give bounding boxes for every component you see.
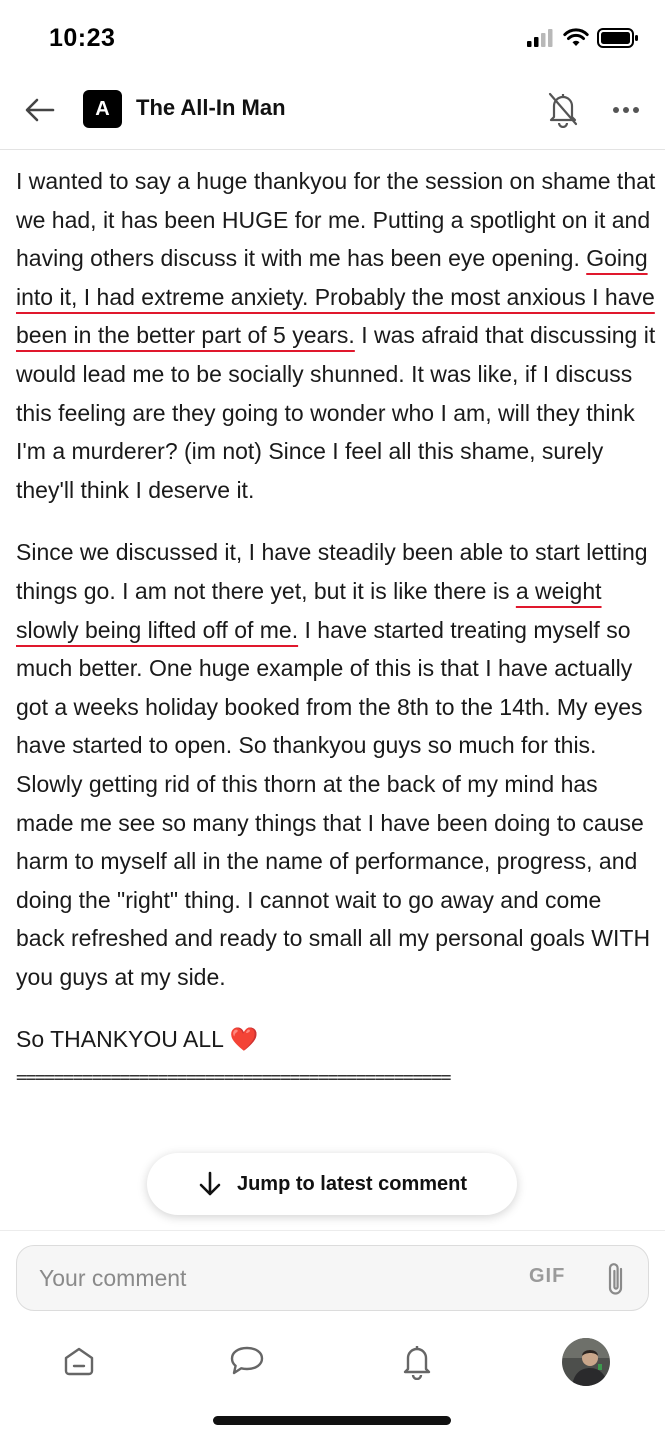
bell-icon	[403, 1346, 431, 1380]
home-icon	[64, 1347, 94, 1376]
paragraph-text: I was afraid that discussing it would le…	[16, 322, 656, 503]
text-divider: ========================================…	[16, 1067, 452, 1089]
status-icons	[527, 28, 639, 48]
post-body: I wanted to say a huge thankyou for the …	[16, 162, 656, 1093]
back-arrow-icon[interactable]	[22, 92, 58, 128]
wifi-icon	[563, 28, 589, 46]
community-badge-letter: A	[95, 97, 110, 120]
jump-to-latest-comment-button[interactable]: Jump to latest comment	[147, 1153, 517, 1215]
comment-placeholder: Your comment	[39, 1265, 187, 1291]
tab-chats[interactable]	[224, 1338, 270, 1384]
tab-home[interactable]	[56, 1338, 102, 1384]
comment-input[interactable]: Your comment GIF	[16, 1245, 649, 1311]
arrow-down-icon	[199, 1171, 221, 1196]
home-indicator	[213, 1416, 451, 1425]
paragraph-text: I have started treating myself so much b…	[16, 616, 651, 990]
battery-icon	[597, 28, 638, 48]
profile-avatar[interactable]	[562, 1338, 610, 1386]
jump-label: Jump to latest comment	[236, 1172, 468, 1195]
community-badge: A	[83, 90, 122, 128]
notifications-off-icon[interactable]	[546, 90, 580, 128]
paragraph-text: I wanted to say a huge thankyou for the …	[16, 168, 656, 272]
more-options-icon[interactable]	[610, 94, 642, 126]
post-paragraph-1: I wanted to say a huge thankyou for the …	[16, 162, 656, 509]
gif-button[interactable]: GIF	[529, 1265, 565, 1288]
comment-composer: Your comment GIF	[0, 1230, 665, 1320]
community-title[interactable]: The All-In Man	[136, 95, 286, 121]
status-time: 10:23	[49, 24, 116, 52]
tab-notifications[interactable]	[394, 1338, 440, 1384]
post-paragraph-3: So THANKYOU ALL ❤️	[16, 1026, 259, 1053]
signal-icon	[527, 29, 553, 47]
avatar-icon	[562, 1338, 610, 1386]
status-bar: 10:23	[0, 0, 665, 80]
post-paragraph-2: Since we discussed it, I have steadily b…	[16, 533, 656, 996]
chat-icon	[230, 1346, 264, 1375]
post-header: A The All-In Man	[0, 80, 665, 150]
bottom-tab-bar	[0, 1320, 665, 1440]
attachment-icon[interactable]	[603, 1259, 629, 1299]
